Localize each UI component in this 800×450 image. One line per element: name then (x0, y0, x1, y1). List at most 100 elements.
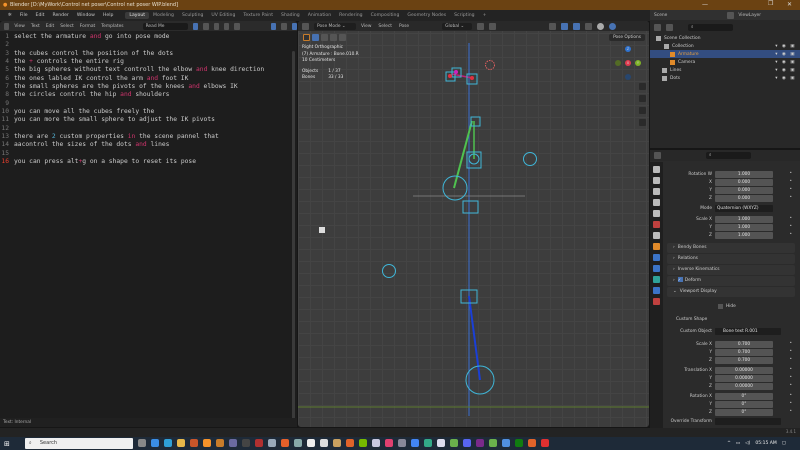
properties-tab[interactable] (653, 188, 660, 195)
text-menu-view[interactable]: View (14, 24, 24, 29)
taskbar-app-icon[interactable] (202, 438, 211, 447)
taskbar-app-icon[interactable] (397, 438, 406, 447)
taskbar-search[interactable]: ⌕ Search (24, 438, 133, 449)
line-numbers-toggle[interactable] (270, 22, 277, 30)
taskbar-app-icon[interactable] (475, 438, 484, 447)
property-field[interactable]: 0.000 (715, 179, 773, 186)
taskbar-app-icon[interactable] (319, 438, 328, 447)
camera-view-icon[interactable] (639, 107, 646, 114)
property-field[interactable]: 0.00000 (715, 367, 773, 374)
unlink-icon[interactable] (224, 22, 230, 30)
property-field[interactable]: 0° (715, 393, 773, 400)
custom-shape-subpanel[interactable]: Custom Shape (668, 316, 798, 324)
menu-render[interactable]: Render (48, 12, 72, 19)
taskbar-app-icon[interactable] (228, 438, 237, 447)
visibility-toggles[interactable]: ▾ ◉ ▣ (775, 44, 796, 49)
text-menu-format[interactable]: Format (80, 24, 95, 29)
view-layer-icon[interactable] (727, 11, 735, 19)
editor-type-icon[interactable] (654, 152, 661, 159)
text-content[interactable]: 1 select the armature and go into pose mo… (0, 31, 297, 167)
taskbar-app-icon[interactable] (384, 438, 393, 447)
taskbar-app-icon[interactable] (423, 438, 432, 447)
outliner-item-collection[interactable]: Collection ▾ ◉ ▣ (650, 42, 800, 50)
rotation-mode-select[interactable]: Quaternion (WXYZ) (715, 205, 773, 212)
zoom-icon[interactable] (639, 83, 646, 90)
keyframe-dot[interactable]: • (789, 216, 792, 221)
outliner-item-dots[interactable]: Dots ▾ ◉ ▣ (650, 74, 800, 82)
gizmo-neg-z[interactable] (625, 74, 631, 80)
property-field[interactable]: 0.700 (715, 341, 773, 348)
taskbar-app-icon[interactable] (332, 438, 341, 447)
3d-viewport[interactable]: Pose Mode ⌄ View Select Pose Global ⌄ Pose… (298, 21, 649, 427)
keyframe-dot[interactable]: • (789, 232, 792, 237)
property-field[interactable]: 0.000 (715, 187, 773, 194)
text-menu-templates[interactable]: Templates (101, 24, 123, 29)
keyframe-dot[interactable]: • (789, 179, 792, 184)
keyframe-dot[interactable]: • (789, 357, 792, 362)
visibility-toggles[interactable]: ▾ ◉ ▣ (775, 68, 796, 73)
custom-object-field[interactable]: Bone text R.001 (715, 328, 781, 335)
property-field[interactable]: 0.00000 (715, 383, 773, 390)
workspace-tab[interactable]: UV Editing (207, 12, 239, 19)
properties-tab[interactable] (653, 276, 660, 283)
taskbar-app-icon[interactable] (176, 438, 185, 447)
taskbar-app-icon[interactable] (527, 438, 536, 447)
gizmo-y[interactable]: Y (635, 60, 641, 66)
outliner-item-scene-collection[interactable]: Scene Collection (650, 34, 800, 42)
property-field[interactable]: 0° (715, 401, 773, 408)
view-layer-name[interactable]: ViewLayer (738, 13, 761, 18)
taskbar-app-icon[interactable] (449, 438, 458, 447)
taskbar-app-icon[interactable] (540, 438, 549, 447)
workspace-tab[interactable]: Layout (125, 12, 150, 19)
panel-viewport-display[interactable]: ⌄ Viewport Display (667, 287, 795, 297)
properties-tab[interactable] (653, 210, 660, 217)
workspace-tab[interactable]: Texture Paint (239, 12, 277, 19)
taskbar-app-icon[interactable] (215, 438, 224, 447)
tray-chevron-icon[interactable]: ^ (727, 441, 731, 446)
keyframe-dot[interactable]: • (789, 187, 792, 192)
panel-relations[interactable]: › Relations (667, 254, 795, 264)
minimize-button[interactable]: — (702, 0, 708, 10)
properties-tab[interactable] (653, 177, 660, 184)
pan-hand-icon[interactable] (639, 95, 646, 102)
taskbar-app-icon[interactable] (371, 438, 380, 447)
network-icon[interactable]: ▭ (736, 441, 740, 446)
keyframe-dot[interactable]: • (789, 375, 792, 380)
property-field[interactable]: 0.700 (715, 357, 773, 364)
text-datablock-field[interactable]: Read Me (142, 22, 188, 30)
fake-user-icon[interactable] (192, 22, 199, 30)
blender-menu-icon[interactable]: ✲ (4, 12, 16, 19)
duplicate-icon[interactable] (203, 22, 209, 30)
properties-tab[interactable] (653, 298, 660, 305)
properties-tab[interactable] (653, 265, 660, 272)
workspace-tab[interactable]: Modeling (149, 12, 178, 19)
outliner-item-armature[interactable]: Armature ▾ ◉ ▣ (650, 50, 800, 58)
taskbar-app-icon[interactable] (306, 438, 315, 447)
maximize-button[interactable]: ❐ (768, 0, 773, 9)
run-script-icon[interactable] (234, 22, 240, 30)
ortho-grid-icon[interactable] (639, 119, 646, 126)
syntax-highlight-toggle[interactable] (291, 22, 297, 30)
menu-help[interactable]: Help (99, 12, 117, 19)
property-field[interactable]: 1.000 (715, 216, 773, 223)
clock[interactable]: 05:15 AM (755, 441, 776, 446)
taskbar-app-icon[interactable] (293, 438, 302, 447)
properties-tab[interactable] (653, 232, 660, 239)
keyframe-dot[interactable]: • (789, 171, 792, 176)
taskbar-app-icon[interactable] (345, 438, 354, 447)
properties-tab[interactable] (653, 166, 660, 173)
properties-tab[interactable] (653, 243, 660, 250)
taskbar-app-icon[interactable] (280, 438, 289, 447)
taskbar-app-icon[interactable] (488, 438, 497, 447)
keyframe-dot[interactable]: • (789, 349, 792, 354)
taskbar-app-icon[interactable] (358, 438, 367, 447)
scene-name[interactable]: Scene (654, 13, 667, 18)
panel-inverse-kinematics[interactable]: › Inverse Kinematics (667, 265, 795, 275)
keyframe-dot[interactable]: • (789, 393, 792, 398)
taskbar-app-icon[interactable] (436, 438, 445, 447)
panel-bendy-bones[interactable]: › Bendy Bones (667, 243, 795, 253)
workspace-tab[interactable]: + (479, 12, 491, 19)
word-wrap-toggle[interactable] (281, 22, 287, 30)
taskbar-app-icon[interactable] (241, 438, 250, 447)
keyframe-dot[interactable]: • (789, 383, 792, 388)
